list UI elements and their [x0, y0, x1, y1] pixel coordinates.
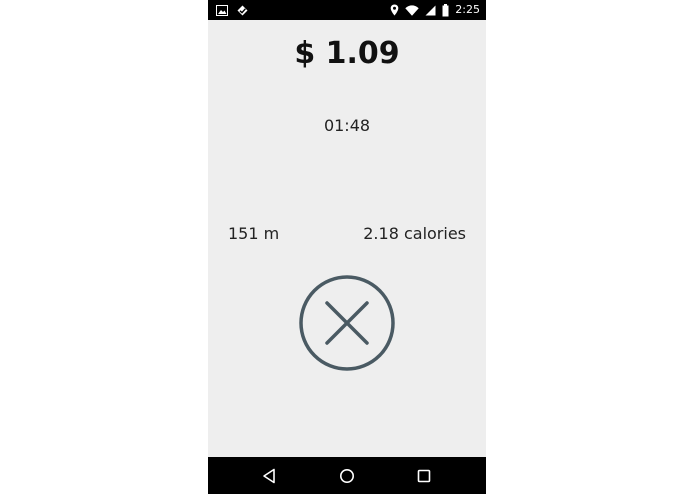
distance-readout: 151 m: [228, 224, 280, 243]
cell-signal-icon: [425, 5, 436, 16]
navigation-bar: [208, 457, 486, 494]
app-notification-icon: [236, 4, 249, 17]
status-time: 2:25: [455, 3, 480, 16]
image-notification-icon: [216, 4, 228, 16]
battery-icon: [442, 3, 449, 17]
ride-price: $ 1.09: [294, 36, 400, 71]
status-bar: 2:25: [208, 0, 486, 20]
phone-screen: 2:25 $ 1.09 01:48 151 m 2.18 calories: [208, 0, 486, 494]
location-icon: [390, 4, 399, 16]
notification-icons: [216, 3, 249, 17]
home-icon[interactable]: [338, 467, 356, 485]
recents-icon[interactable]: [415, 467, 433, 485]
cancel-button[interactable]: [299, 275, 395, 371]
back-icon[interactable]: [261, 467, 279, 485]
calories-readout: 2.18 calories: [363, 224, 466, 243]
system-status-icons: 2:25: [390, 2, 480, 18]
close-circle-icon: [299, 275, 395, 371]
elapsed-time: 01:48: [323, 116, 371, 135]
wifi-icon: [405, 4, 419, 16]
